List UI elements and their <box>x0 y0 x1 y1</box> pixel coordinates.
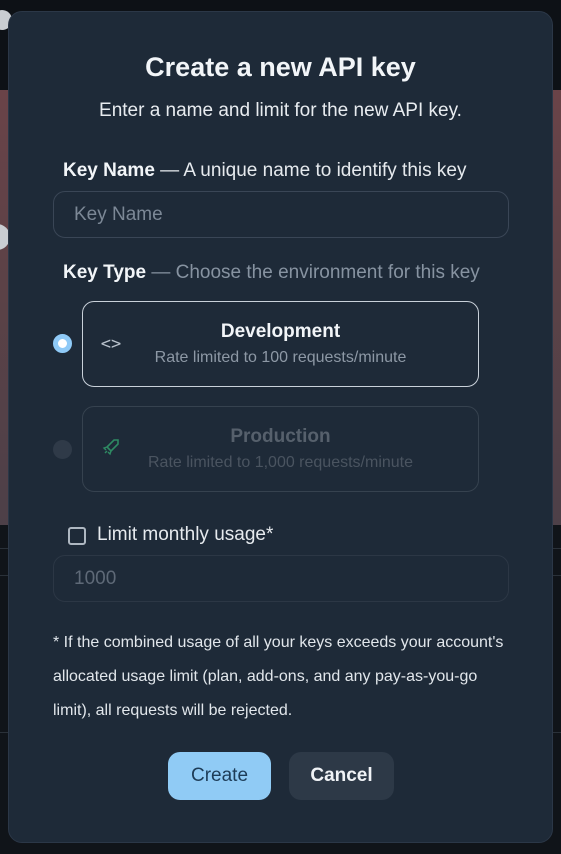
monthly-limit-input[interactable] <box>53 555 509 602</box>
create-button[interactable]: Create <box>168 752 271 800</box>
production-option-title: Production <box>230 426 331 447</box>
production-option-description: Rate limited to 1,000 requests/minute <box>147 454 414 471</box>
limit-monthly-usage-label[interactable]: Limit monthly usage* <box>97 524 273 546</box>
key-type-label-title: Key Type <box>63 262 147 283</box>
development-option-title: Development <box>220 321 341 342</box>
usage-limit-note: * If the combined usage of all your keys… <box>53 634 504 719</box>
key-type-label: Key Type — Choose the environment for th… <box>63 262 480 284</box>
development-option-description: Rate limited to 100 requests/minute <box>154 349 407 366</box>
development-option-card[interactable]: <> Development Rate limited to 100 reque… <box>82 301 479 387</box>
key-name-label-hint: — A unique name to identify this key <box>160 160 467 181</box>
production-option-card[interactable]: Production Rate limited to 1,000 request… <box>82 406 479 492</box>
development-radio[interactable] <box>53 334 72 353</box>
create-api-key-dialog: Create a new API key Enter a name and li… <box>8 11 553 843</box>
key-name-label-title: Key Name <box>63 160 155 181</box>
cancel-button[interactable]: Cancel <box>289 752 394 800</box>
key-name-label: Key Name — A unique name to identify thi… <box>63 160 466 182</box>
key-name-input[interactable] <box>53 191 509 238</box>
production-radio[interactable] <box>53 440 72 459</box>
dialog-title: Create a new API key <box>145 52 416 82</box>
limit-monthly-usage-checkbox[interactable] <box>68 527 86 545</box>
dialog-subtitle: Enter a name and limit for the new API k… <box>99 100 462 121</box>
key-type-label-hint: — Choose the environment for this key <box>151 262 480 283</box>
